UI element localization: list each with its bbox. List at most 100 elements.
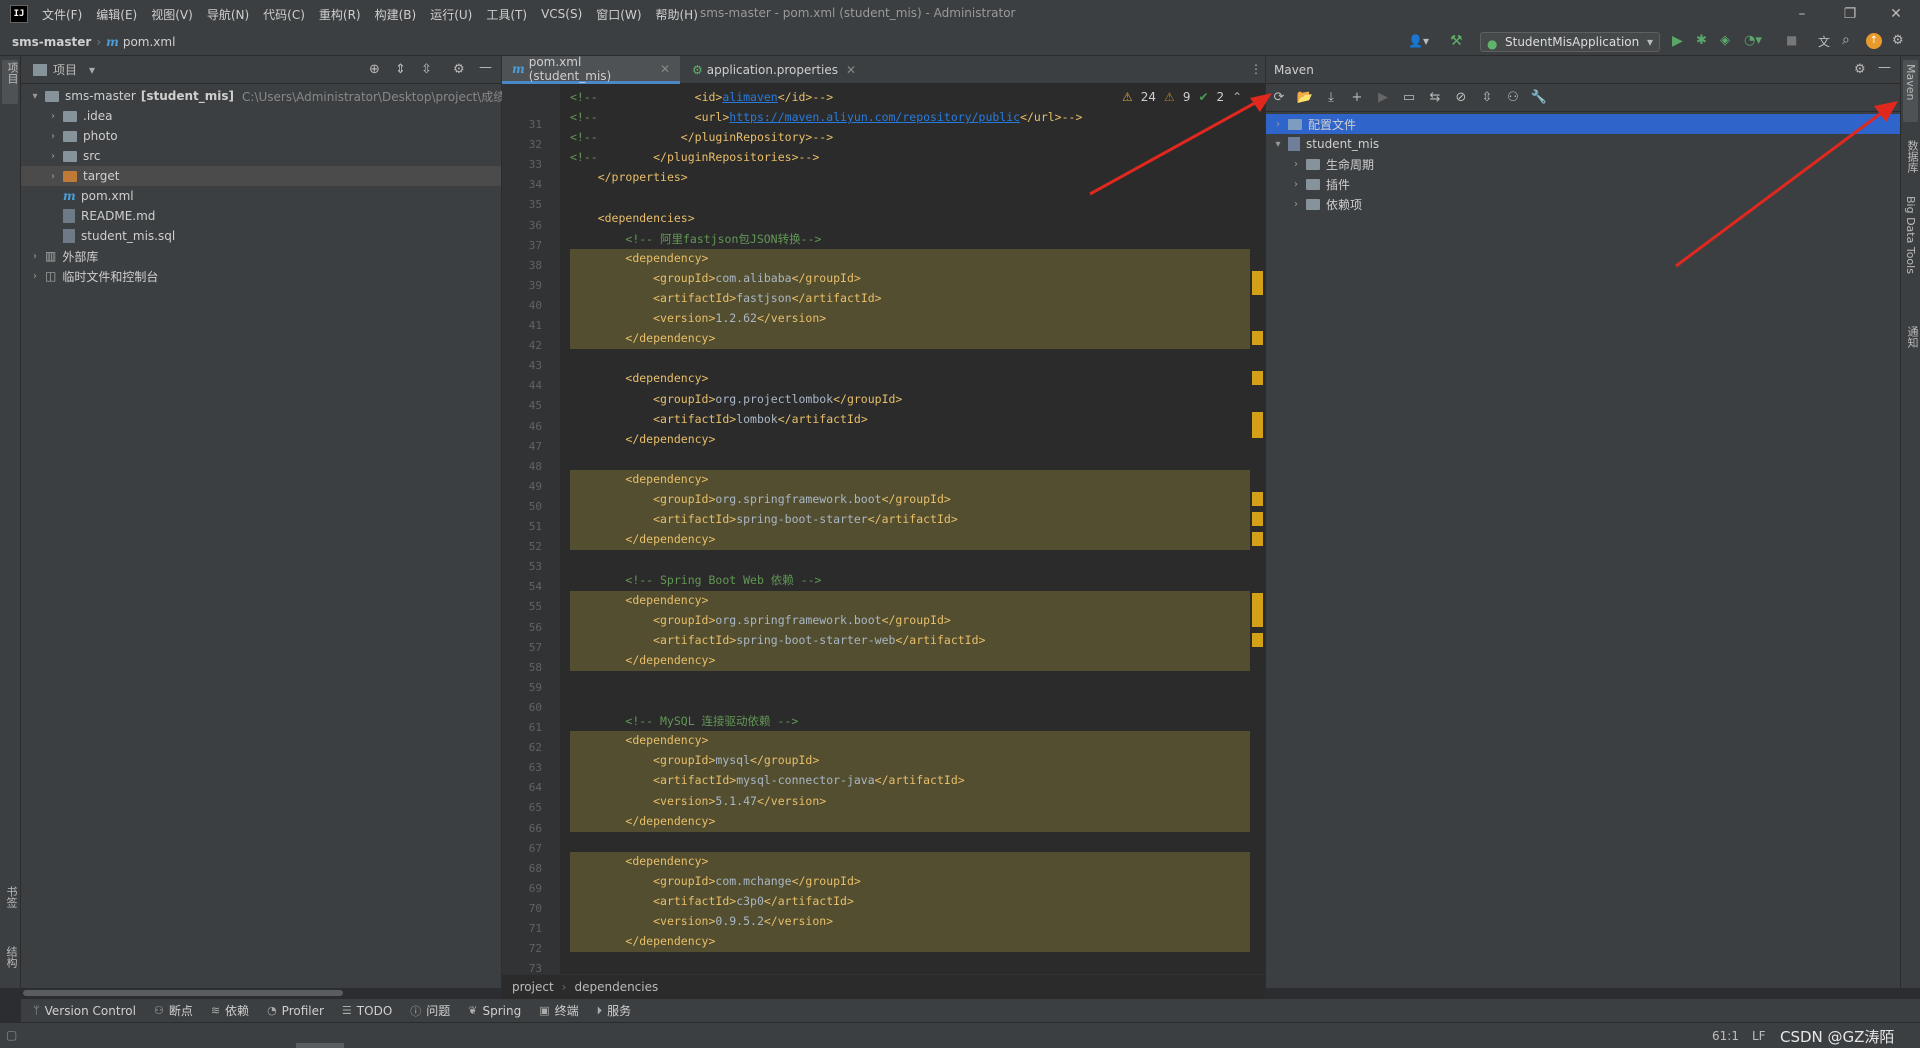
code-line[interactable]: </dependency> [570,814,715,828]
change-marker[interactable] [1252,371,1263,386]
chevron-right-icon[interactable]: › [1290,159,1302,170]
breadcrumb-file[interactable]: pom.xml [123,35,176,49]
chevron-right-icon[interactable]: › [47,151,59,162]
breakpoints-button[interactable]: ⚇ 断点 [154,1002,193,1019]
gear-icon[interactable]: ⚙ [453,62,465,77]
code-line[interactable]: <version>1.2.62</version> [570,311,826,325]
notifications-tool-button[interactable]: 通知 [1904,326,1920,351]
chevron-right-icon[interactable]: › [1272,119,1284,130]
code-line[interactable]: <artifactId>spring-boot-starter-web</art… [570,633,985,647]
menu-edit[interactable]: 编辑(E) [96,6,137,23]
chevron-right-icon[interactable]: › [1290,199,1302,210]
run-configuration-select[interactable]: ● StudentMisApplication ▾ [1480,32,1660,52]
code-line[interactable]: <groupId>mysql</groupId> [570,753,819,767]
code-line[interactable]: <!-- </pluginRepositories>--> [570,150,819,164]
close-tab-icon[interactable]: ✕ [846,63,856,77]
build-hammer-icon[interactable]: ⚒ [1450,33,1463,49]
chevron-right-icon[interactable]: › [29,251,41,262]
menu-code[interactable]: 代码(C) [263,6,305,23]
maven-tool-button[interactable]: Maven [1903,60,1918,122]
chevron-right-icon[interactable]: › [47,131,59,142]
tree-root[interactable]: ▾ sms-master [student_mis] C:\Users\Admi… [29,86,517,106]
previous-highlight-icon[interactable]: ⌃ [1232,90,1242,104]
run-icon[interactable]: ▶ [1672,33,1683,49]
big-data-tools-button[interactable]: Big Data Tools [1904,196,1920,277]
code-line[interactable]: <dependency> [570,371,708,385]
menu-tools[interactable]: 工具(T) [486,6,527,23]
code-line[interactable]: <!-- </pluginRepository>--> [570,130,833,144]
update-icon[interactable]: ↑ [1866,33,1882,49]
menu-view[interactable]: 视图(V) [151,6,193,23]
menu-vcs[interactable]: VCS(S) [541,7,582,21]
toggle-offline-icon[interactable]: ⇆ [1422,85,1448,111]
minimize-icon[interactable]: – [1792,4,1812,24]
tab-pom-xml[interactable]: m pom.xml (student_mis) ✕ [502,55,680,84]
code-line[interactable]: <groupId>com.alibaba</groupId> [570,271,861,285]
chevron-down-icon[interactable]: ▾ [29,91,41,102]
next-highlight-icon[interactable]: ⌄ [1250,90,1260,104]
code-line[interactable]: </dependency> [570,653,715,667]
inspection-widget[interactable]: ⚠ 24 ⚠ 9 ✔ 2 ⌃ ⌄ [1122,90,1260,104]
project-panel-title[interactable]: 项目 [53,61,77,78]
change-marker[interactable] [1252,492,1263,507]
code-line[interactable]: <dependency> [570,251,708,265]
hide-panel-icon[interactable]: — [479,60,492,75]
code-line[interactable]: <dependency> [570,854,708,868]
gear-icon[interactable]: ⚙ [1854,62,1866,77]
expand-all-icon[interactable]: ⇕ [395,62,406,77]
code-line[interactable]: </dependency> [570,331,715,345]
restore-icon[interactable]: ❐ [1840,4,1860,24]
code-line[interactable]: <version>0.9.5.2</version> [570,914,833,928]
tree-item-src[interactable]: › src [47,146,101,166]
database-tool-button[interactable]: 数据库 [1904,140,1920,176]
change-marker[interactable] [1252,512,1263,527]
editor-breadcrumb-project[interactable]: project [512,980,554,994]
locate-icon[interactable]: ⊕ [369,62,380,77]
menu-window[interactable]: 窗口(W) [596,6,641,23]
change-marker[interactable] [1252,592,1263,627]
settings-wrench-icon[interactable]: 🔧 [1526,85,1552,111]
menu-run[interactable]: 运行(U) [430,6,472,23]
tree-item-target[interactable]: › target [21,166,501,186]
horizontal-scrollbar[interactable] [23,990,343,996]
hide-panel-icon[interactable]: — [1878,60,1891,75]
chevron-right-icon[interactable]: › [1290,179,1302,190]
skip-tests-icon[interactable]: ⊘ [1448,85,1474,111]
code-line[interactable]: <!-- MySQL 连接驱动依赖 --> [570,713,798,729]
spring-button[interactable]: ❦ Spring [468,1004,521,1018]
code-line[interactable]: </dependency> [570,934,715,948]
code-line[interactable]: <artifactId>spring-boot-starter</artifac… [570,512,958,526]
menu-navigate[interactable]: 导航(N) [207,6,249,23]
code-line[interactable]: <!-- <url>https://maven.aliyun.com/repos… [570,110,1082,124]
close-tab-icon[interactable]: ✕ [660,62,670,76]
code-line[interactable]: <groupId>com.mchange</groupId> [570,874,861,888]
chevron-down-icon[interactable]: ▾ [89,63,95,77]
problems-button[interactable]: ⓘ 问题 [410,1002,450,1019]
terminal-button[interactable]: ▣ 终端 [539,1002,578,1019]
search-icon[interactable]: ⌕ [1842,32,1850,48]
coverage-icon[interactable]: ◈ [1720,33,1730,48]
code-line[interactable]: <dependency> [570,733,708,747]
change-marker[interactable] [1252,270,1263,296]
code-line[interactable]: </properties> [570,170,688,184]
tree-item-pom[interactable]: m pom.xml [63,186,134,206]
editor-breadcrumb-dependencies[interactable]: dependencies [574,980,658,994]
profile-icon[interactable]: ◔▾ [1744,33,1762,48]
breadcrumb-project[interactable]: sms-master [12,35,91,49]
code-line[interactable]: <artifactId>lombok</artifactId> [570,412,868,426]
tree-item-photo[interactable]: › photo [47,126,118,146]
menu-help[interactable]: 帮助(H) [656,6,698,23]
code-line[interactable]: <dependencies> [570,211,695,225]
code-line[interactable]: <dependency> [570,472,708,486]
tree-item-idea[interactable]: › .idea [47,106,113,126]
translate-icon[interactable]: 文 [1818,33,1830,50]
stop-icon[interactable]: ■ [1786,33,1797,47]
change-marker[interactable] [1252,331,1263,346]
menu-refactor[interactable]: 重构(R) [319,6,361,23]
menu-build[interactable]: 构建(B) [375,6,417,23]
code-line[interactable]: </dependency> [570,532,715,546]
code-line[interactable]: </dependency> [570,432,715,446]
services-button[interactable]: ⏵ 服务 [597,1002,632,1019]
chevron-right-icon[interactable]: › [47,111,59,122]
profiler-button[interactable]: ◔ Profiler [267,1004,324,1018]
